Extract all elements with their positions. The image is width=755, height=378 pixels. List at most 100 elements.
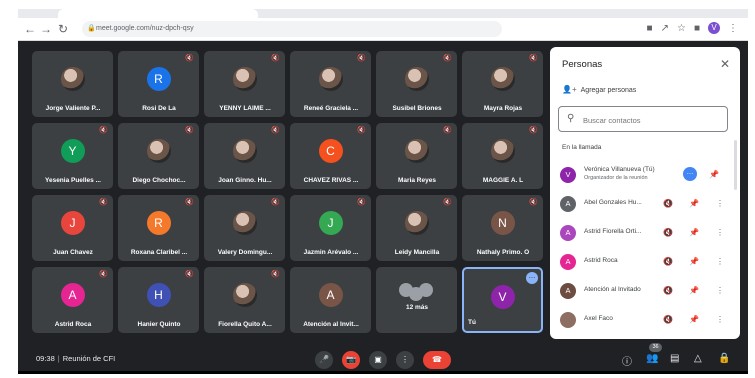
- participant-tile[interactable]: A Atención al Invit...: [290, 267, 371, 333]
- people-list-item[interactable]: Axel Faco 🔇 📌 ⋮: [558, 309, 730, 331]
- participant-tile[interactable]: 🔇 Valery Domingu...: [204, 195, 285, 261]
- person-name: Astrid Roca: [584, 257, 618, 264]
- mic-off-icon: 🔇: [99, 199, 108, 206]
- people-list-item[interactable]: A Astrid Fiorella Orti... 🔇 📌 ⋮: [558, 222, 730, 244]
- kebab-menu-icon[interactable]: ⋮: [728, 23, 738, 34]
- participant-tile[interactable]: 🔇 Reneé Graciela ...: [290, 51, 371, 117]
- pin-icon[interactable]: 📌: [688, 196, 700, 212]
- people-list-item[interactable]: A Astrid Roca 🔇 📌 ⋮: [558, 251, 730, 273]
- participant-tile[interactable]: A 🔇 Astrid Roca: [32, 267, 113, 333]
- participant-name: Reneé Graciela ...: [303, 105, 359, 112]
- people-list-item[interactable]: V Verónica Villanueva (Tú) Organizador de …: [558, 164, 730, 186]
- more-participants-tile[interactable]: 12 más: [376, 267, 457, 333]
- avatar: J: [60, 211, 85, 235]
- activities-icon[interactable]: △: [694, 353, 702, 364]
- participant-tile[interactable]: 🔇 Diego Chochoc...: [118, 123, 199, 189]
- close-icon[interactable]: ✕: [720, 57, 730, 71]
- kebab-menu-icon[interactable]: ⋮: [714, 225, 726, 241]
- pin-icon[interactable]: 📌: [688, 225, 700, 241]
- participant-tile[interactable]: Y 🔇 Yesenia Puelles ...: [32, 123, 113, 189]
- mic-off-icon: 🔇: [663, 228, 673, 237]
- participant-tile[interactable]: 🔇 YENNY LAIME ...: [204, 51, 285, 117]
- lock-meeting-icon[interactable]: 🔒: [718, 353, 730, 364]
- people-icon[interactable]: 👥: [646, 353, 658, 364]
- url-text: meet.google.com/nuz-dpch-qsy: [96, 25, 194, 32]
- avatar: [232, 67, 257, 91]
- meeting-name: Reunión de CFI: [62, 354, 116, 363]
- participant-tile[interactable]: Jorge Valiente P...: [32, 51, 113, 117]
- participant-name: Leidy Mancilla: [394, 249, 440, 256]
- hang-up-button[interactable]: ☎: [423, 351, 451, 369]
- participant-tile[interactable]: 🔇 MAGGIE A. L: [462, 123, 543, 189]
- add-people-button[interactable]: 👤+ Agregar personas: [562, 85, 636, 94]
- avatar: R: [146, 67, 171, 91]
- participant-tile[interactable]: H 🔇 Hanier Quinto: [118, 267, 199, 333]
- more-options-button[interactable]: ⋮: [396, 351, 414, 369]
- panel-scrollbar[interactable]: [734, 140, 737, 190]
- search-input[interactable]: [581, 111, 725, 129]
- participant-tile[interactable]: R 🔇 Roxana Claribel ...: [118, 195, 199, 261]
- avatar: N: [490, 211, 515, 235]
- participant-name: Atención al Invit...: [303, 321, 359, 328]
- forward-arrow-icon[interactable]: →: [40, 22, 52, 36]
- participant-name: CHAVEZ RIVAS ...: [303, 177, 359, 184]
- star-icon[interactable]: ☆: [677, 23, 686, 34]
- reload-icon[interactable]: ↻: [58, 22, 68, 36]
- url-field[interactable]: 🔒 meet.google.com/nuz-dpch-qsy: [82, 21, 502, 37]
- participant-tile[interactable]: 🔇 Fiorella Quito A...: [204, 267, 285, 333]
- avatar: H: [146, 283, 171, 307]
- participant-name: 12 más: [405, 304, 429, 311]
- avatar: A: [560, 225, 576, 241]
- kebab-menu-icon[interactable]: ⋮: [714, 283, 726, 299]
- meet-window: ← → ↻ 🔒 meet.google.com/nuz-dpch-qsy ■ ↗ …: [18, 9, 748, 374]
- self-tile[interactable]: V … Tú: [462, 267, 543, 333]
- browser-tab[interactable]: [58, 9, 258, 18]
- mic-off-icon: 🔇: [271, 127, 280, 134]
- pin-icon[interactable]: 📌: [688, 254, 700, 270]
- back-arrow-icon[interactable]: ←: [24, 22, 36, 36]
- mic-off-icon: 🔇: [185, 55, 194, 62]
- kebab-menu-icon[interactable]: ⋮: [714, 196, 726, 212]
- participant-name: Jorge Valiente P...: [45, 105, 101, 112]
- participant-tile[interactable]: J 🔇 Jazmin Arévalo ...: [290, 195, 371, 261]
- participant-tile[interactable]: C 🔇 CHAVEZ RIVAS ...: [290, 123, 371, 189]
- participant-tile[interactable]: N 🔇 Nathaly Primo. O: [462, 195, 543, 261]
- lock-icon: 🔒: [87, 25, 96, 32]
- avatar: [318, 67, 343, 91]
- present-screen-button[interactable]: ▣: [369, 351, 387, 369]
- avatar: [146, 139, 171, 163]
- chat-icon[interactable]: ▤: [670, 353, 679, 364]
- avatar: Y: [60, 139, 85, 163]
- avatar-stack: [398, 283, 435, 305]
- meeting-info: 09:38 | Reunión de CFI: [36, 354, 115, 363]
- kebab-menu-icon[interactable]: ⋮: [714, 312, 726, 328]
- pin-icon[interactable]: 📌: [688, 283, 700, 299]
- participant-tile[interactable]: R 🔇 Rosi De La: [118, 51, 199, 117]
- participant-tile[interactable]: 🔇 Leidy Mancilla: [376, 195, 457, 261]
- avatar: V: [560, 167, 576, 183]
- pin-icon[interactable]: 📌: [688, 312, 700, 328]
- person-name: Verónica Villanueva (Tú): [584, 166, 655, 173]
- kebab-menu-icon[interactable]: ⋮: [714, 254, 726, 270]
- people-list-item[interactable]: A Abel Gonzales Hu... 🔇 📌 ⋮: [558, 193, 730, 215]
- profile-avatar[interactable]: V: [708, 22, 720, 34]
- participant-tile[interactable]: J 🔇 Juan Chavez: [32, 195, 113, 261]
- people-list-item[interactable]: A Atención al Invitado 🔇 📌 ⋮: [558, 280, 730, 302]
- share-icon[interactable]: ↗: [661, 23, 669, 34]
- bottom-bar: 09:38 | Reunión de CFI 🎤 📷 ▣ ⋮ ☎ ⓘ 👥 36 ▤ …: [18, 343, 748, 371]
- participant-tile[interactable]: 🔇 Mayra Rojas: [462, 51, 543, 117]
- microphone-button[interactable]: 🎤: [315, 351, 333, 369]
- participant-tile[interactable]: 🔇 Susibel Briones: [376, 51, 457, 117]
- pin-icon[interactable]: 📌: [708, 167, 720, 183]
- participant-name: Juan Chavez: [53, 249, 93, 256]
- participant-tile[interactable]: 🔇 Maria Reyes: [376, 123, 457, 189]
- sidepanel-icon[interactable]: ■: [694, 23, 700, 34]
- participant-name: Rosi De La: [142, 105, 176, 112]
- tile-options-icon[interactable]: …: [526, 272, 538, 284]
- participant-tile[interactable]: 🔇 Joan Ginno. Hu...: [204, 123, 285, 189]
- camera-off-button[interactable]: 📷: [342, 351, 360, 369]
- camera-indicator-icon[interactable]: ■: [647, 23, 653, 34]
- info-icon[interactable]: ⓘ: [622, 353, 632, 368]
- participant-count-badge: 36: [649, 343, 662, 352]
- participant-name: Joan Ginno. Hu...: [218, 177, 272, 184]
